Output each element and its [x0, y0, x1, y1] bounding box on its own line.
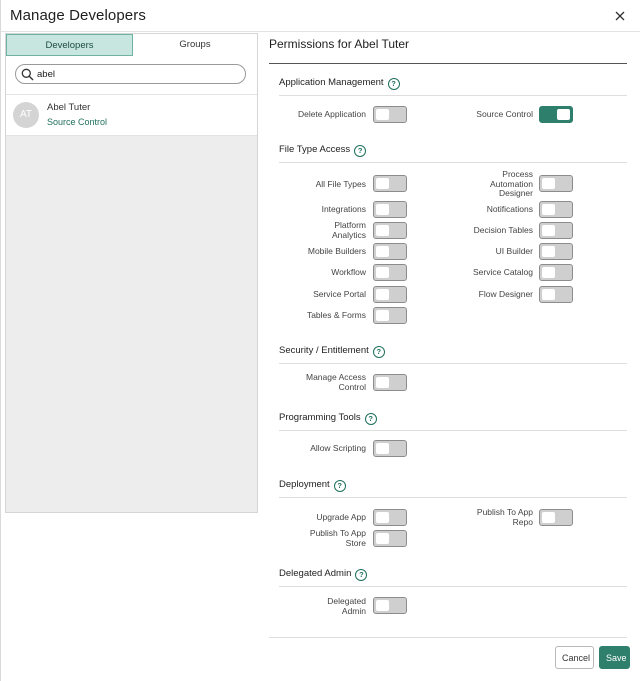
- close-icon[interactable]: [612, 8, 628, 24]
- toggle-service-catalog[interactable]: [539, 264, 573, 281]
- tab-developers[interactable]: Developers: [6, 34, 133, 56]
- section-title-text: Programming Tools: [279, 412, 361, 423]
- toggle-delegated-admin[interactable]: [373, 597, 407, 614]
- toggle-decision-tables[interactable]: [539, 222, 573, 239]
- section-title-file-type-access: File Type Access?: [279, 144, 367, 157]
- toggle-allow-scripting[interactable]: [373, 440, 407, 457]
- toggle-all-file-types[interactable]: [373, 175, 407, 192]
- label-platform-analytics: Platform Analytics: [331, 220, 366, 240]
- toggle-ui-builder[interactable]: [539, 243, 573, 260]
- dialog-header: Manage Developers: [1, 0, 640, 32]
- label-ui-builder: UI Builder: [495, 246, 533, 256]
- toggle-integrations[interactable]: [373, 201, 407, 218]
- toggle-tables-forms[interactable]: [373, 307, 407, 324]
- search-icon: [21, 68, 34, 81]
- developer-name: Abel Tuter: [47, 102, 91, 113]
- manage-developers-dialog: Manage Developers Developers Groups AT A…: [0, 0, 640, 681]
- toggle-platform-analytics[interactable]: [373, 222, 407, 239]
- tab-bar: Developers Groups: [6, 34, 257, 58]
- toggle-flow-designer[interactable]: [539, 286, 573, 303]
- toggle-service-portal[interactable]: [373, 286, 407, 303]
- permissions-title: Permissions for Abel Tuter: [269, 37, 410, 51]
- section-divider: [279, 162, 627, 163]
- dialog-title: Manage Developers: [10, 7, 146, 24]
- section-title-text: Delegated Admin: [279, 568, 352, 579]
- section-divider: [279, 95, 627, 96]
- label-integrations: Integrations: [321, 204, 366, 214]
- label-publish-to-app-repo: Publish To App Repo: [476, 507, 533, 527]
- search-area: [6, 57, 257, 95]
- toggle-publish-to-app-store[interactable]: [373, 530, 407, 547]
- toggle-mobile-builders[interactable]: [373, 243, 407, 260]
- toggle-upgrade-app[interactable]: [373, 509, 407, 526]
- developer-list-pane: Developers Groups AT Abel Tuter Source C…: [5, 33, 258, 513]
- label-all-file-types: All File Types: [315, 179, 366, 189]
- section-divider: [279, 363, 627, 364]
- section-title-app-management: Application Management?: [279, 77, 400, 90]
- footer-divider: [269, 637, 627, 638]
- label-upgrade-app: Upgrade App: [316, 512, 366, 522]
- toggle-process-automation-designer[interactable]: [539, 175, 573, 192]
- toggle-publish-to-app-repo[interactable]: [539, 509, 573, 526]
- tab-groups[interactable]: Groups: [133, 34, 257, 56]
- label-delegated-admin: Delegated Admin: [327, 596, 366, 616]
- section-divider: [279, 430, 627, 431]
- label-manage-access-control: Manage Access Control: [305, 372, 366, 392]
- label-delete-application: Delete Application: [297, 109, 366, 119]
- search-input[interactable]: [37, 67, 237, 81]
- section-title-text: Deployment: [279, 479, 330, 490]
- label-flow-designer: Flow Designer: [478, 289, 533, 299]
- avatar: AT: [13, 102, 39, 128]
- toggle-manage-access-control[interactable]: [373, 374, 407, 391]
- label-service-portal: Service Portal: [313, 289, 366, 299]
- toggle-notifications[interactable]: [539, 201, 573, 218]
- label-notifications: Notifications: [486, 204, 533, 214]
- search-field[interactable]: [15, 64, 246, 84]
- section-title-programming-tools: Programming Tools?: [279, 412, 377, 425]
- section-title-delegated-admin: Delegated Admin?: [279, 568, 368, 581]
- help-icon[interactable]: ?: [333, 480, 346, 492]
- section-title-security-entitlement: Security / Entitlement?: [279, 345, 385, 358]
- help-icon[interactable]: ?: [354, 145, 367, 157]
- label-decision-tables: Decision Tables: [473, 225, 533, 235]
- label-service-catalog: Service Catalog: [472, 267, 533, 277]
- help-icon[interactable]: ?: [364, 413, 377, 425]
- section-title-text: File Type Access: [279, 144, 351, 155]
- label-workflow: Workflow: [331, 267, 366, 277]
- help-icon[interactable]: ?: [372, 346, 385, 358]
- cancel-button[interactable]: Cancel: [555, 646, 594, 669]
- section-title-text: Application Management: [279, 77, 384, 88]
- label-allow-scripting: Allow Scripting: [310, 443, 366, 453]
- toggle-source-control[interactable]: [539, 106, 573, 123]
- label-source-control: Source Control: [476, 109, 533, 119]
- label-tables-forms: Tables & Forms: [306, 310, 366, 320]
- label-mobile-builders: Mobile Builders: [307, 246, 366, 256]
- label-process-automation-designer: Process Automation Designer: [490, 169, 533, 198]
- help-icon[interactable]: ?: [355, 569, 368, 581]
- help-icon[interactable]: ?: [387, 78, 400, 90]
- developer-role: Source Control: [47, 117, 108, 127]
- toggle-delete-application[interactable]: [373, 106, 407, 123]
- section-divider: [279, 497, 627, 498]
- save-button[interactable]: Save: [599, 646, 630, 669]
- label-publish-to-app-store: Publish To App Store: [309, 528, 366, 548]
- section-divider: [279, 586, 627, 587]
- title-divider: [269, 63, 627, 64]
- section-title-text: Security / Entitlement: [279, 345, 369, 356]
- toggle-workflow[interactable]: [373, 264, 407, 281]
- developer-list-item[interactable]: AT Abel Tuter Source Control: [6, 95, 257, 136]
- section-title-deployment: Deployment?: [279, 479, 346, 492]
